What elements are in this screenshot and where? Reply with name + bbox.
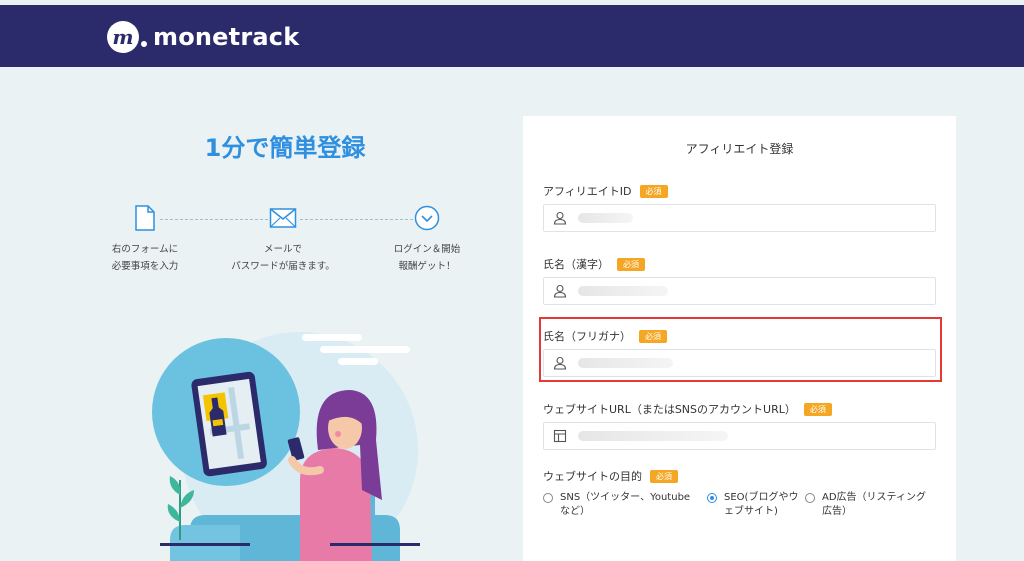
window-icon — [553, 429, 567, 443]
hero-title: 1分で簡単登録 — [204, 134, 366, 162]
name-kanji-input[interactable] — [543, 277, 936, 305]
logo-dot — [141, 41, 147, 47]
website-url-input[interactable] — [543, 422, 936, 450]
option-line1: SNS（ツイッター、Youtube — [560, 492, 691, 503]
name-furigana-label-text: 氏名（フリガナ） — [543, 330, 631, 343]
name-kanji-label: 氏名（漢字） 必須 — [543, 256, 645, 272]
step-3-line1: ログイン＆開始 — [393, 244, 461, 255]
purpose-option-sns[interactable]: SNS（ツイッター、Youtube など） — [543, 491, 703, 519]
blurred-value — [578, 358, 673, 368]
chevron-down-circle-icon — [414, 205, 440, 231]
step-1: 右のフォームに 必要事項を入力 — [90, 205, 200, 275]
purpose-option-seo[interactable]: SEO(ブログやウ ェブサイト) — [707, 491, 807, 519]
user-icon — [553, 356, 567, 370]
option-line2: 広告） — [822, 506, 852, 517]
affiliate-id-label: アフィリエイトID 必須 — [543, 183, 668, 199]
user-icon — [553, 284, 567, 298]
website-url-label: ウェブサイトURL（またはSNSのアカウントURL） 必須 — [543, 401, 832, 417]
registration-form-card: アフィリエイト登録 アフィリエイトID 必須 氏名（漢字） 必須 氏名（フリガナ） 必… — [523, 116, 956, 561]
step-2: メールで パスワードが届きます。 — [228, 205, 338, 275]
blurred-value — [578, 213, 633, 223]
top-header: m monetrack — [0, 5, 1024, 67]
option-line2: ェブサイト) — [724, 506, 778, 517]
blurred-value — [578, 431, 728, 441]
step-1-line2: 必要事項を入力 — [111, 261, 179, 272]
step-3: ログイン＆開始 報酬ゲット！ — [372, 205, 482, 275]
mail-icon — [269, 208, 297, 228]
required-badge: 必須 — [803, 403, 832, 416]
purpose-option-ad[interactable]: AD広告（リスティング 広告） — [805, 491, 945, 519]
blurred-value — [578, 286, 668, 296]
affiliate-id-input[interactable] — [543, 204, 936, 232]
radio-button[interactable] — [805, 493, 815, 503]
form-title: アフィリエイト登録 — [685, 142, 794, 156]
option-label: SEO(ブログやウ ェブサイト) — [724, 491, 798, 519]
document-icon — [135, 205, 155, 231]
brand-name: monetrack — [153, 23, 300, 51]
name-furigana-label: 氏名（フリガナ） 必須 — [543, 328, 667, 344]
step-2-line1: メールで — [263, 244, 302, 255]
required-badge: 必須 — [617, 258, 645, 271]
required-badge: 必須 — [639, 185, 668, 198]
monetrack-logo[interactable]: m monetrack — [107, 20, 299, 54]
option-line1: AD広告（リスティング — [822, 492, 926, 503]
woman-with-phone-illustration — [152, 332, 420, 561]
name-furigana-input[interactable] — [543, 349, 936, 377]
name-kanji-label-text: 氏名（漢字） — [543, 258, 609, 271]
radio-button[interactable] — [543, 493, 553, 503]
option-label: AD広告（リスティング 広告） — [822, 491, 926, 519]
website-purpose-label: ウェブサイトの目的 必須 — [543, 468, 678, 484]
step-3-line2: 報酬ゲット！ — [398, 261, 456, 272]
option-line2: など） — [560, 506, 590, 517]
website-url-label-text: ウェブサイトURL（またはSNSのアカウントURL） — [543, 403, 796, 416]
radio-button-selected[interactable] — [707, 493, 717, 503]
registration-steps: 右のフォームに 必要事項を入力 メールで パスワードが届きます。 ログイン＆開始… — [90, 205, 480, 295]
logo-mark-icon: m — [107, 21, 139, 53]
user-icon — [553, 211, 567, 225]
step-2-line2: パスワードが届きます。 — [231, 261, 335, 272]
option-label: SNS（ツイッター、Youtube など） — [560, 491, 690, 519]
required-badge: 必須 — [639, 330, 667, 343]
step-1-line1: 右のフォームに — [111, 244, 179, 255]
option-line1: SEO(ブログやウ — [724, 492, 799, 503]
affiliate-id-label-text: アフィリエイトID — [543, 185, 632, 198]
required-badge: 必須 — [650, 470, 678, 483]
website-purpose-label-text: ウェブサイトの目的 — [543, 470, 642, 483]
